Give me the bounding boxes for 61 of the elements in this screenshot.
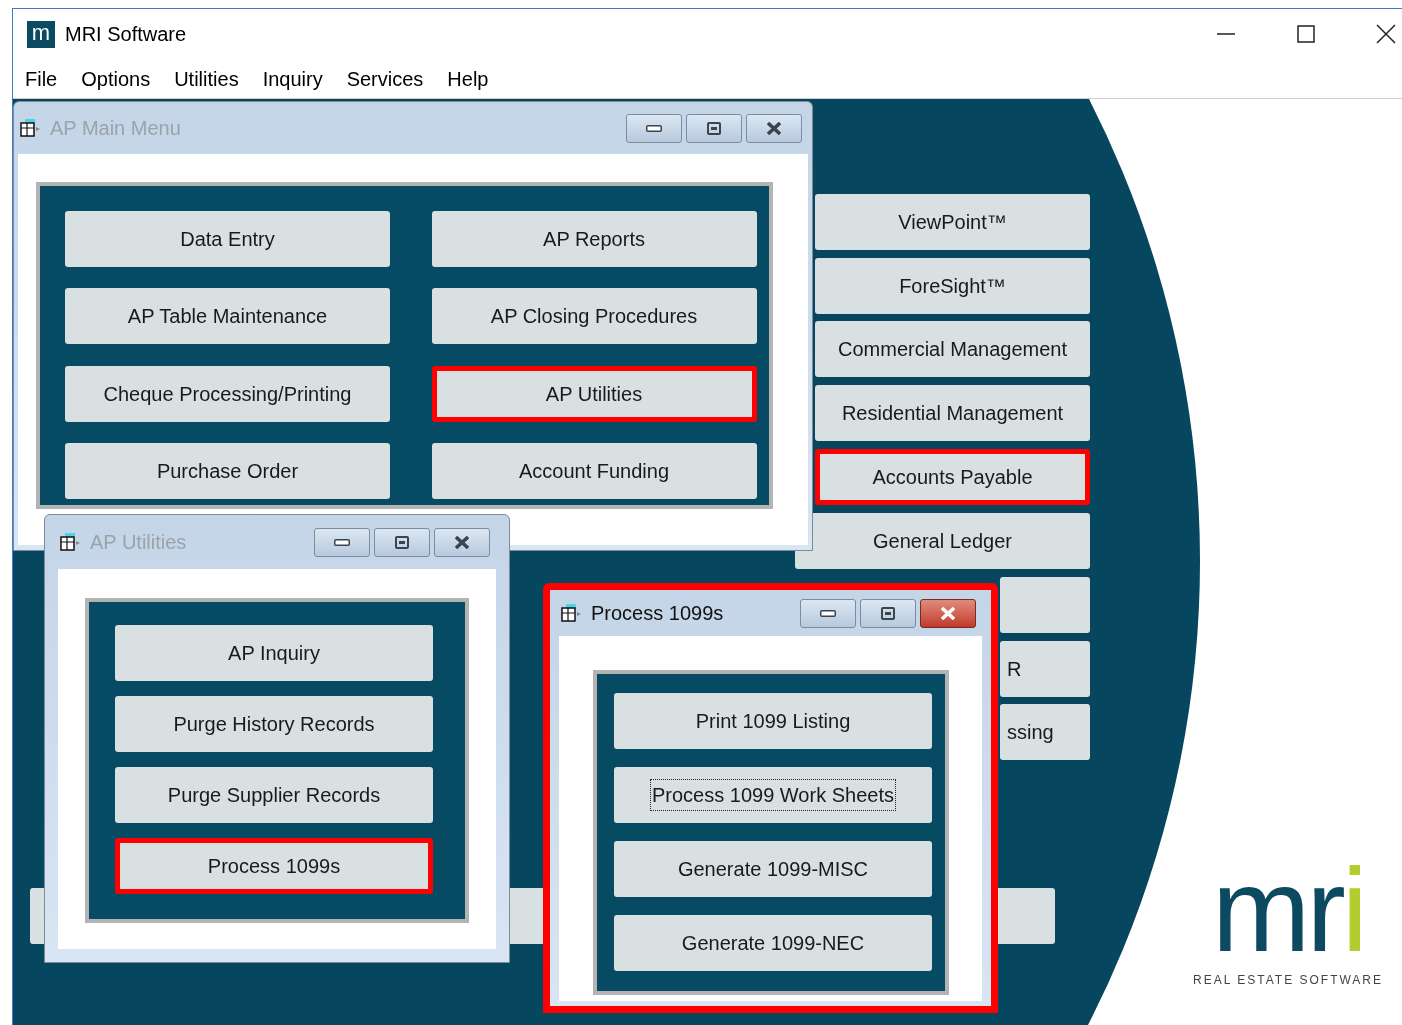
close-icon: [941, 606, 955, 620]
menu-item[interactable]: Utilities: [168, 63, 245, 94]
minimize-icon: [820, 609, 836, 617]
maximize-button[interactable]: [686, 113, 742, 143]
menu-button[interactable]: Account Funding: [431, 442, 757, 499]
menu-button[interactable]: Generate 1099-NEC: [614, 915, 932, 971]
minimize-icon: [646, 124, 662, 132]
maximize-icon: [881, 606, 895, 620]
menu-button[interactable]: Cheque Processing/Printing: [65, 365, 390, 422]
close-icon: [767, 121, 781, 135]
menu-button[interactable]: ssing: [1000, 704, 1090, 760]
minimize-button[interactable]: [626, 113, 682, 143]
window-title: MRI Software: [65, 22, 187, 47]
menu-item[interactable]: Services: [340, 63, 430, 94]
minimize-button[interactable]: [314, 527, 370, 557]
window-title: AP Main Menu: [50, 116, 181, 141]
menu-button[interactable]: Purchase Order: [65, 442, 390, 499]
maximize-icon: [707, 121, 721, 135]
menu-button[interactable]: AP Utilities: [431, 365, 757, 422]
close-button[interactable]: [746, 113, 802, 143]
logo-wordmark: mr: [1212, 851, 1342, 969]
close-button[interactable]: [920, 598, 976, 628]
maximize-icon: [395, 535, 409, 549]
menu-button[interactable]: AP Reports: [431, 211, 757, 267]
menu-button[interactable]: Print 1099 Listing: [614, 693, 932, 749]
logo-tagline: REAL ESTATE SOFTWARE: [1193, 972, 1384, 989]
menu-item[interactable]: File: [19, 63, 64, 94]
menu-item[interactable]: Help: [441, 63, 495, 94]
menu-button[interactable]: Data Entry: [65, 211, 390, 267]
menu-button[interactable]: R: [1000, 641, 1090, 697]
menu-button[interactable]: General Ledger: [795, 513, 1090, 569]
menu-button[interactable]: AP Closing Procedures: [431, 288, 757, 345]
maximize-button[interactable]: [860, 598, 916, 628]
menu-button[interactable]: AP Inquiry: [115, 625, 433, 681]
menu-button[interactable]: Process 1099s: [115, 838, 433, 894]
close-button[interactable]: [434, 527, 490, 557]
app-logo: m: [27, 20, 55, 48]
window-title: AP Utilities: [90, 530, 187, 555]
menu-item[interactable]: Inquiry: [256, 63, 329, 94]
menu-button[interactable]: Purge History Records: [115, 696, 433, 752]
minimize-button[interactable]: [800, 598, 856, 628]
close-icon[interactable]: [1376, 24, 1396, 44]
menu-item[interactable]: Options: [75, 63, 157, 94]
window-icon: [60, 532, 82, 552]
window-title: Process 1099s: [591, 601, 724, 626]
menu-button[interactable]: Purge Supplier Records: [115, 767, 433, 823]
menu-button[interactable]: Accounts Payable: [815, 449, 1090, 505]
logo-wordmark: i: [1341, 851, 1364, 969]
window-icon: [561, 603, 583, 623]
menu-button[interactable]: ForeSight™: [815, 258, 1090, 314]
maximize-button[interactable]: [374, 527, 430, 557]
menu-button[interactable]: AP Table Maintenance: [65, 288, 390, 345]
menu-button[interactable]: Generate 1099-MISC: [614, 841, 932, 897]
menu-button[interactable]: ViewPoint™: [815, 194, 1090, 250]
menu-button[interactable]: Process 1099 Work Sheets: [614, 767, 932, 823]
menu-button[interactable]: Residential Management: [815, 385, 1090, 441]
window-icon: [20, 118, 42, 138]
minimize-icon: [334, 538, 350, 546]
close-icon: [455, 535, 469, 549]
menu-button[interactable]: Commercial Management: [815, 321, 1090, 377]
maximize-icon[interactable]: [1296, 24, 1316, 44]
